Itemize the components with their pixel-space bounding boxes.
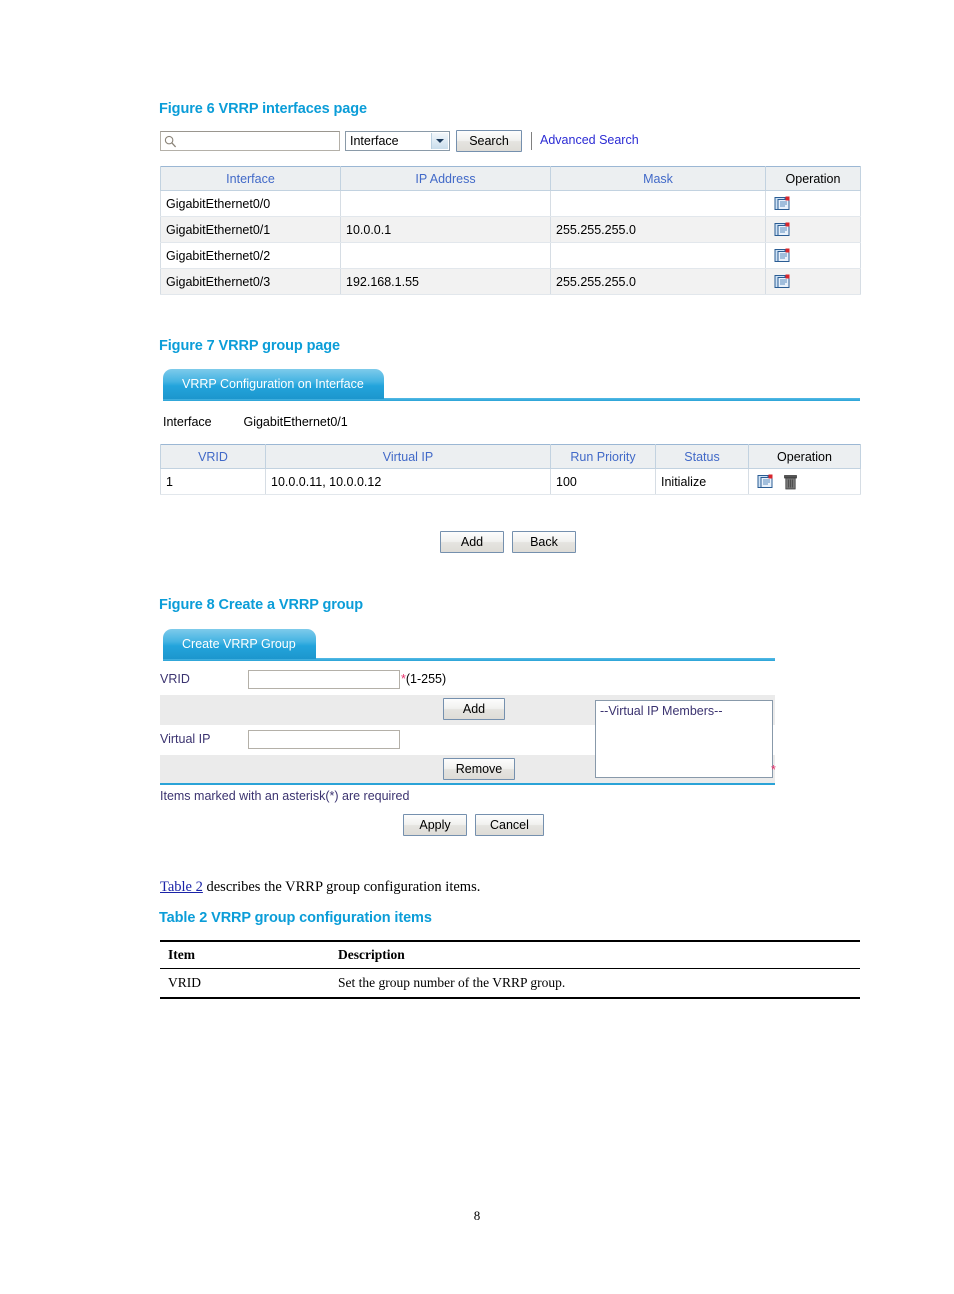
column-header-mask[interactable]: Mask — [550, 166, 766, 191]
cell-interface: GigabitEthernet0/2 — [160, 242, 341, 269]
tab-create-vrrp-group[interactable]: Create VRRP Group — [163, 629, 316, 659]
cell-interface: GigabitEthernet0/3 — [160, 268, 341, 295]
vrid-range-text: (1-255) — [405, 672, 447, 686]
cell-description: Set the group number of the VRRP group. — [330, 968, 860, 999]
apply-button[interactable]: Apply — [403, 814, 467, 836]
cell-status: Initialize — [655, 468, 749, 495]
table2-reference-sentence: Table 2 describes the VRRP group configu… — [160, 879, 480, 896]
table-row: GigabitEthernet0/2 — [160, 242, 861, 269]
advanced-search-link[interactable]: Advanced Search — [540, 133, 639, 147]
search-field-select[interactable]: Interface — [345, 131, 450, 151]
edit-icon[interactable] — [774, 248, 791, 263]
form-row-vrid: VRID *(1-255) — [160, 665, 775, 695]
figure6-search-bar: Interface Search Advanced Search — [160, 130, 860, 157]
column-header-ip-address[interactable]: IP Address — [340, 166, 551, 191]
cell-ip-address: 10.0.0.1 — [340, 216, 551, 243]
virtual-ip-members-listbox[interactable]: --Virtual IP Members-- — [595, 700, 773, 778]
virtual-ip-members-placeholder: --Virtual IP Members-- — [600, 704, 723, 718]
vrid-input[interactable] — [248, 670, 400, 689]
virtual-ip-label: Virtual IP — [160, 732, 211, 746]
cell-run-priority: 100 — [550, 468, 656, 495]
cancel-button[interactable]: Cancel — [475, 814, 544, 836]
search-divider — [531, 132, 532, 150]
figure7-tabstrip: VRRP Configuration on Interface — [163, 369, 860, 401]
figure8-caption: Figure 8 Create a VRRP group — [159, 597, 364, 613]
figure7-interface-row: Interface GigabitEthernet0/1 — [163, 415, 348, 429]
table2-link[interactable]: Table 2 — [160, 879, 203, 895]
cell-interface: GigabitEthernet0/1 — [160, 216, 341, 243]
column-header-item: Item — [160, 940, 330, 969]
cell-interface: GigabitEthernet0/0 — [160, 190, 341, 217]
trash-icon[interactable] — [784, 474, 798, 490]
cell-ip-address — [340, 242, 551, 269]
remove-virtual-ip-button[interactable]: Remove — [443, 758, 515, 780]
vrrp-interfaces-table: Interface IP Address Mask Operation Giga… — [160, 166, 861, 295]
document-page: Figure 6 VRRP interfaces page Interface … — [0, 0, 954, 1294]
figure8-button-row: Apply Cancel — [403, 814, 544, 836]
figure7-button-row: Add Back — [440, 531, 576, 553]
column-header-vrid[interactable]: VRID — [160, 444, 266, 469]
figure8-tabstrip: Create VRRP Group — [163, 629, 775, 661]
table2-caption: Table 2 VRRP group configuration items — [159, 910, 432, 926]
figure6-caption: Figure 6 VRRP interfaces page — [159, 101, 367, 117]
table-row: 1 10.0.0.11, 10.0.0.12 100 Initialize — [160, 468, 861, 495]
cell-ip-address: 192.168.1.55 — [340, 268, 551, 295]
column-header-virtual-ip[interactable]: Virtual IP — [265, 444, 551, 469]
column-header-operation: Operation — [765, 166, 861, 191]
interface-label: Interface — [163, 415, 212, 429]
vrrp-group-table: VRID Virtual IP Run Priority Status Oper… — [160, 444, 861, 495]
page-number: 8 — [473, 1208, 481, 1223]
figure7-caption: Figure 7 VRRP group page — [159, 338, 341, 354]
cell-mask — [550, 190, 766, 217]
cell-mask — [550, 242, 766, 269]
cell-mask: 255.255.255.0 — [550, 268, 766, 295]
column-header-interface[interactable]: Interface — [160, 166, 341, 191]
table-row: VRID Set the group number of the VRRP gr… — [160, 968, 860, 999]
search-input[interactable] — [160, 131, 340, 151]
table-row: GigabitEthernet0/0 — [160, 190, 861, 217]
cell-virtual-ip: 10.0.0.11, 10.0.0.12 — [265, 468, 551, 495]
cell-operation — [748, 468, 861, 495]
table-row: GigabitEthernet0/1 10.0.0.1 255.255.255.… — [160, 216, 861, 243]
cell-operation — [765, 216, 861, 243]
edit-icon[interactable] — [774, 196, 791, 211]
add-virtual-ip-button[interactable]: Add — [443, 698, 505, 720]
vrid-label: VRID — [160, 672, 190, 686]
column-header-operation: Operation — [748, 444, 861, 469]
search-icon — [164, 135, 177, 148]
interface-value: GigabitEthernet0/1 — [243, 415, 348, 429]
form-bottom-rule — [160, 783, 775, 785]
asterisk-note: Items marked with an asterisk(*) are req… — [160, 789, 410, 803]
table-header-row: Item Description — [160, 940, 860, 969]
table2-configuration-items: Item Description VRID Set the group numb… — [160, 940, 860, 999]
cell-operation — [765, 242, 861, 269]
table-header-row: VRID Virtual IP Run Priority Status Oper… — [160, 444, 861, 469]
tab-vrrp-configuration-on-interface[interactable]: VRRP Configuration on Interface — [163, 369, 384, 399]
search-field-select-value: Interface — [350, 134, 399, 148]
cell-ip-address — [340, 190, 551, 217]
cell-operation — [765, 268, 861, 295]
vrid-range-hint: *(1-255) — [401, 672, 446, 686]
column-header-status[interactable]: Status — [655, 444, 749, 469]
column-header-description: Description — [330, 940, 860, 969]
chevron-down-icon[interactable] — [431, 133, 448, 149]
virtual-ip-input[interactable] — [248, 730, 400, 749]
edit-icon[interactable] — [774, 222, 791, 237]
search-button[interactable]: Search — [456, 130, 522, 152]
edit-icon[interactable] — [757, 474, 774, 489]
table-header-row: Interface IP Address Mask Operation — [160, 166, 861, 191]
cell-item: VRID — [160, 968, 330, 999]
edit-icon[interactable] — [774, 274, 791, 289]
add-button[interactable]: Add — [440, 531, 504, 553]
cell-operation — [765, 190, 861, 217]
cell-vrid: 1 — [160, 468, 266, 495]
cell-mask: 255.255.255.0 — [550, 216, 766, 243]
back-button[interactable]: Back — [512, 531, 576, 553]
table2-sentence-text: describes the VRRP group configuration i… — [202, 879, 481, 895]
table-row: GigabitEthernet0/3 192.168.1.55 255.255.… — [160, 268, 861, 295]
members-required-asterisk: * — [771, 763, 776, 777]
column-header-run-priority[interactable]: Run Priority — [550, 444, 656, 469]
